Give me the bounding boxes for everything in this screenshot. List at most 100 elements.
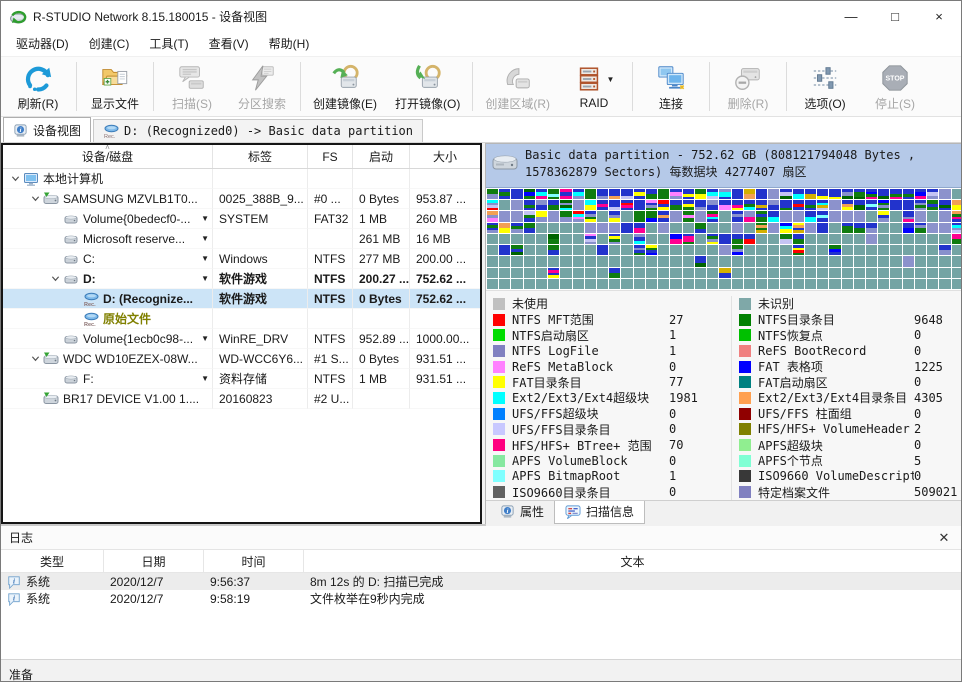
options-button[interactable]: 选项(O) xyxy=(790,58,860,115)
menu-item-5[interactable]: 帮助(H) xyxy=(259,32,320,55)
column-header-device[interactable]: ˄设备/磁盘 xyxy=(3,145,213,168)
log-type-cell: i系统 xyxy=(1,573,104,590)
device-tree-row[interactable]: Volume{1ecb0c98-...▼WinRE_DRVNTFS952.89 … xyxy=(3,329,480,349)
legend-label: 未使用 xyxy=(512,295,669,312)
create-image-icon xyxy=(330,62,360,94)
legend-color-swatch xyxy=(493,392,505,404)
log-row[interactable]: i系统2020/12/79:58:19文件枚举在9秒内完成 xyxy=(1,590,961,607)
scan-block xyxy=(854,223,865,233)
raid-button[interactable]: ▼RAID xyxy=(559,58,629,115)
log-column-text[interactable]: 文本 xyxy=(304,550,961,572)
scan-block xyxy=(683,200,694,210)
view-tab-label: D: (Recognized0) -> Basic data partition xyxy=(124,124,413,138)
column-header-boot[interactable]: 启动 xyxy=(353,145,410,168)
row-dropdown-icon[interactable]: ▼ xyxy=(201,374,209,383)
row-dropdown-icon[interactable]: ▼ xyxy=(201,214,209,223)
minimize-button[interactable]: — xyxy=(829,1,873,31)
scan-block xyxy=(695,234,706,244)
menu-item-2[interactable]: 创建(C) xyxy=(79,32,140,55)
scan-block xyxy=(683,234,694,244)
connect-button[interactable]: 连接 xyxy=(636,58,706,115)
size-cell: 260 MB xyxy=(410,209,480,229)
scan-block xyxy=(744,211,755,221)
scan-block xyxy=(597,279,608,289)
expand-chevron-icon[interactable] xyxy=(27,354,43,363)
row-dropdown-icon[interactable]: ▼ xyxy=(201,234,209,243)
open-image-button[interactable]: 打开镜像(O) xyxy=(386,58,469,115)
close-button[interactable]: × xyxy=(917,1,961,31)
scan-block xyxy=(597,268,608,278)
column-header-fs[interactable]: FS xyxy=(308,145,353,168)
device-tree-row[interactable]: Microsoft reserve...▼261 MB16 MB xyxy=(3,229,480,249)
log-row[interactable]: i系统2020/12/79:56:378m 12s 的 D: 扫描已完成 xyxy=(1,573,961,590)
scan-block xyxy=(499,211,510,221)
show-files-button[interactable]: 显示文件 xyxy=(80,58,150,115)
menu-item-4[interactable]: 查看(V) xyxy=(199,32,259,55)
refresh-button[interactable]: 刷新(R) xyxy=(3,58,73,115)
menu-item-1[interactable]: 驱动器(D) xyxy=(6,32,79,55)
delete-icon xyxy=(733,62,763,94)
device-tree-row[interactable]: Rec.原始文件 xyxy=(3,309,480,329)
column-header-label[interactable]: 标签 xyxy=(213,145,308,168)
scan-block xyxy=(609,268,620,278)
expand-chevron-icon[interactable] xyxy=(7,174,23,183)
scan-tab-2[interactable]: 扫描信息 xyxy=(554,501,645,524)
dropdown-arrow-icon[interactable]: ▼ xyxy=(607,75,615,84)
log-close-icon[interactable]: ✕ xyxy=(935,530,953,546)
boot-cell: 261 MB xyxy=(353,229,410,249)
scan-block xyxy=(548,256,559,266)
row-dropdown-icon[interactable]: ▼ xyxy=(201,274,209,283)
scan-block-map[interactable] xyxy=(486,188,962,290)
scan-block xyxy=(609,200,620,210)
device-tree-row[interactable]: 本地计算机 xyxy=(3,169,480,189)
scan-block xyxy=(952,189,962,199)
row-dropdown-icon[interactable]: ▼ xyxy=(201,334,209,343)
device-tree-row[interactable]: Volume{0bedecf0-...▼SYSTEMFAT321 MB260 M… xyxy=(3,209,480,229)
scan-block xyxy=(524,211,535,221)
device-name-cell: Volume{0bedecf0-...▼ xyxy=(3,209,213,229)
legend-item: HFS/HFS+ BTree+ 范围70 xyxy=(493,437,731,453)
scan-block xyxy=(952,223,962,233)
view-tab-2[interactable]: Rec.D: (Recognized0) -> Basic data parti… xyxy=(93,119,423,142)
size-cell: 931.51 ... xyxy=(410,349,480,369)
boot-cell: 1 MB xyxy=(353,369,410,389)
label-cell: SYSTEM xyxy=(213,209,308,229)
maximize-button[interactable]: □ xyxy=(873,1,917,31)
menu-item-3[interactable]: 工具(T) xyxy=(139,32,198,55)
scan-block xyxy=(842,211,853,221)
expand-chevron-icon[interactable] xyxy=(27,194,43,203)
view-tab-1[interactable]: i设备视图 xyxy=(3,117,91,142)
scan-block xyxy=(560,211,571,221)
scan-tab-1[interactable]: i属性 xyxy=(490,501,554,523)
scan-block xyxy=(670,211,681,221)
log-column-date[interactable]: 日期 xyxy=(104,550,204,572)
scan-block xyxy=(707,279,718,289)
expand-chevron-icon[interactable] xyxy=(47,274,63,283)
legend-item: ReFS BootRecord0 xyxy=(739,343,962,359)
create-image-button[interactable]: 创建镜像(E) xyxy=(304,58,386,115)
log-column-time[interactable]: 时间 xyxy=(204,550,304,572)
toolbar-button-label: 删除(R) xyxy=(728,95,769,112)
scan-block xyxy=(768,223,779,233)
device-tree-row[interactable]: WDC WD10EZEX-08W...WD-WCC6Y6...#1 S...0 … xyxy=(3,349,480,369)
log-column-type[interactable]: 类型 xyxy=(1,550,104,572)
device-tree-row[interactable]: D:▼软件游戏NTFS200.27 ...752.62 ... xyxy=(3,269,480,289)
partition-info-text: Basic data partition - 752.62 GB (808121… xyxy=(525,147,962,181)
device-tree-row[interactable]: C:▼WindowsNTFS277 MB200.00 ... xyxy=(3,249,480,269)
column-header-size[interactable]: 大小 xyxy=(410,145,480,168)
main-area: ˄设备/磁盘 标签 FS 启动 大小 本地计算机SAMSUNG MZVLB1T0… xyxy=(1,143,961,524)
device-tree-row[interactable]: Rec.D: (Recognize...软件游戏NTFS0 Bytes752.6… xyxy=(3,289,480,309)
scan-block xyxy=(756,223,767,233)
legend-color-swatch xyxy=(739,361,751,373)
scan-block xyxy=(634,268,645,278)
scan-block xyxy=(695,200,706,210)
legend-color-swatch xyxy=(739,376,751,388)
row-dropdown-icon[interactable]: ▼ xyxy=(201,254,209,263)
scan-block xyxy=(805,279,816,289)
legend-item: ISO9660目录条目0 xyxy=(493,484,731,500)
scan-block xyxy=(670,245,681,255)
legend-count: 77 xyxy=(669,375,731,389)
device-tree-row[interactable]: BR17 DEVICE V1.00 1....20160823#2 U... xyxy=(3,389,480,409)
device-tree-row[interactable]: SAMSUNG MZVLB1T0...0025_388B_9...#0 ...0… xyxy=(3,189,480,209)
device-tree-row[interactable]: F:▼资料存储NTFS1 MB931.51 ... xyxy=(3,369,480,389)
